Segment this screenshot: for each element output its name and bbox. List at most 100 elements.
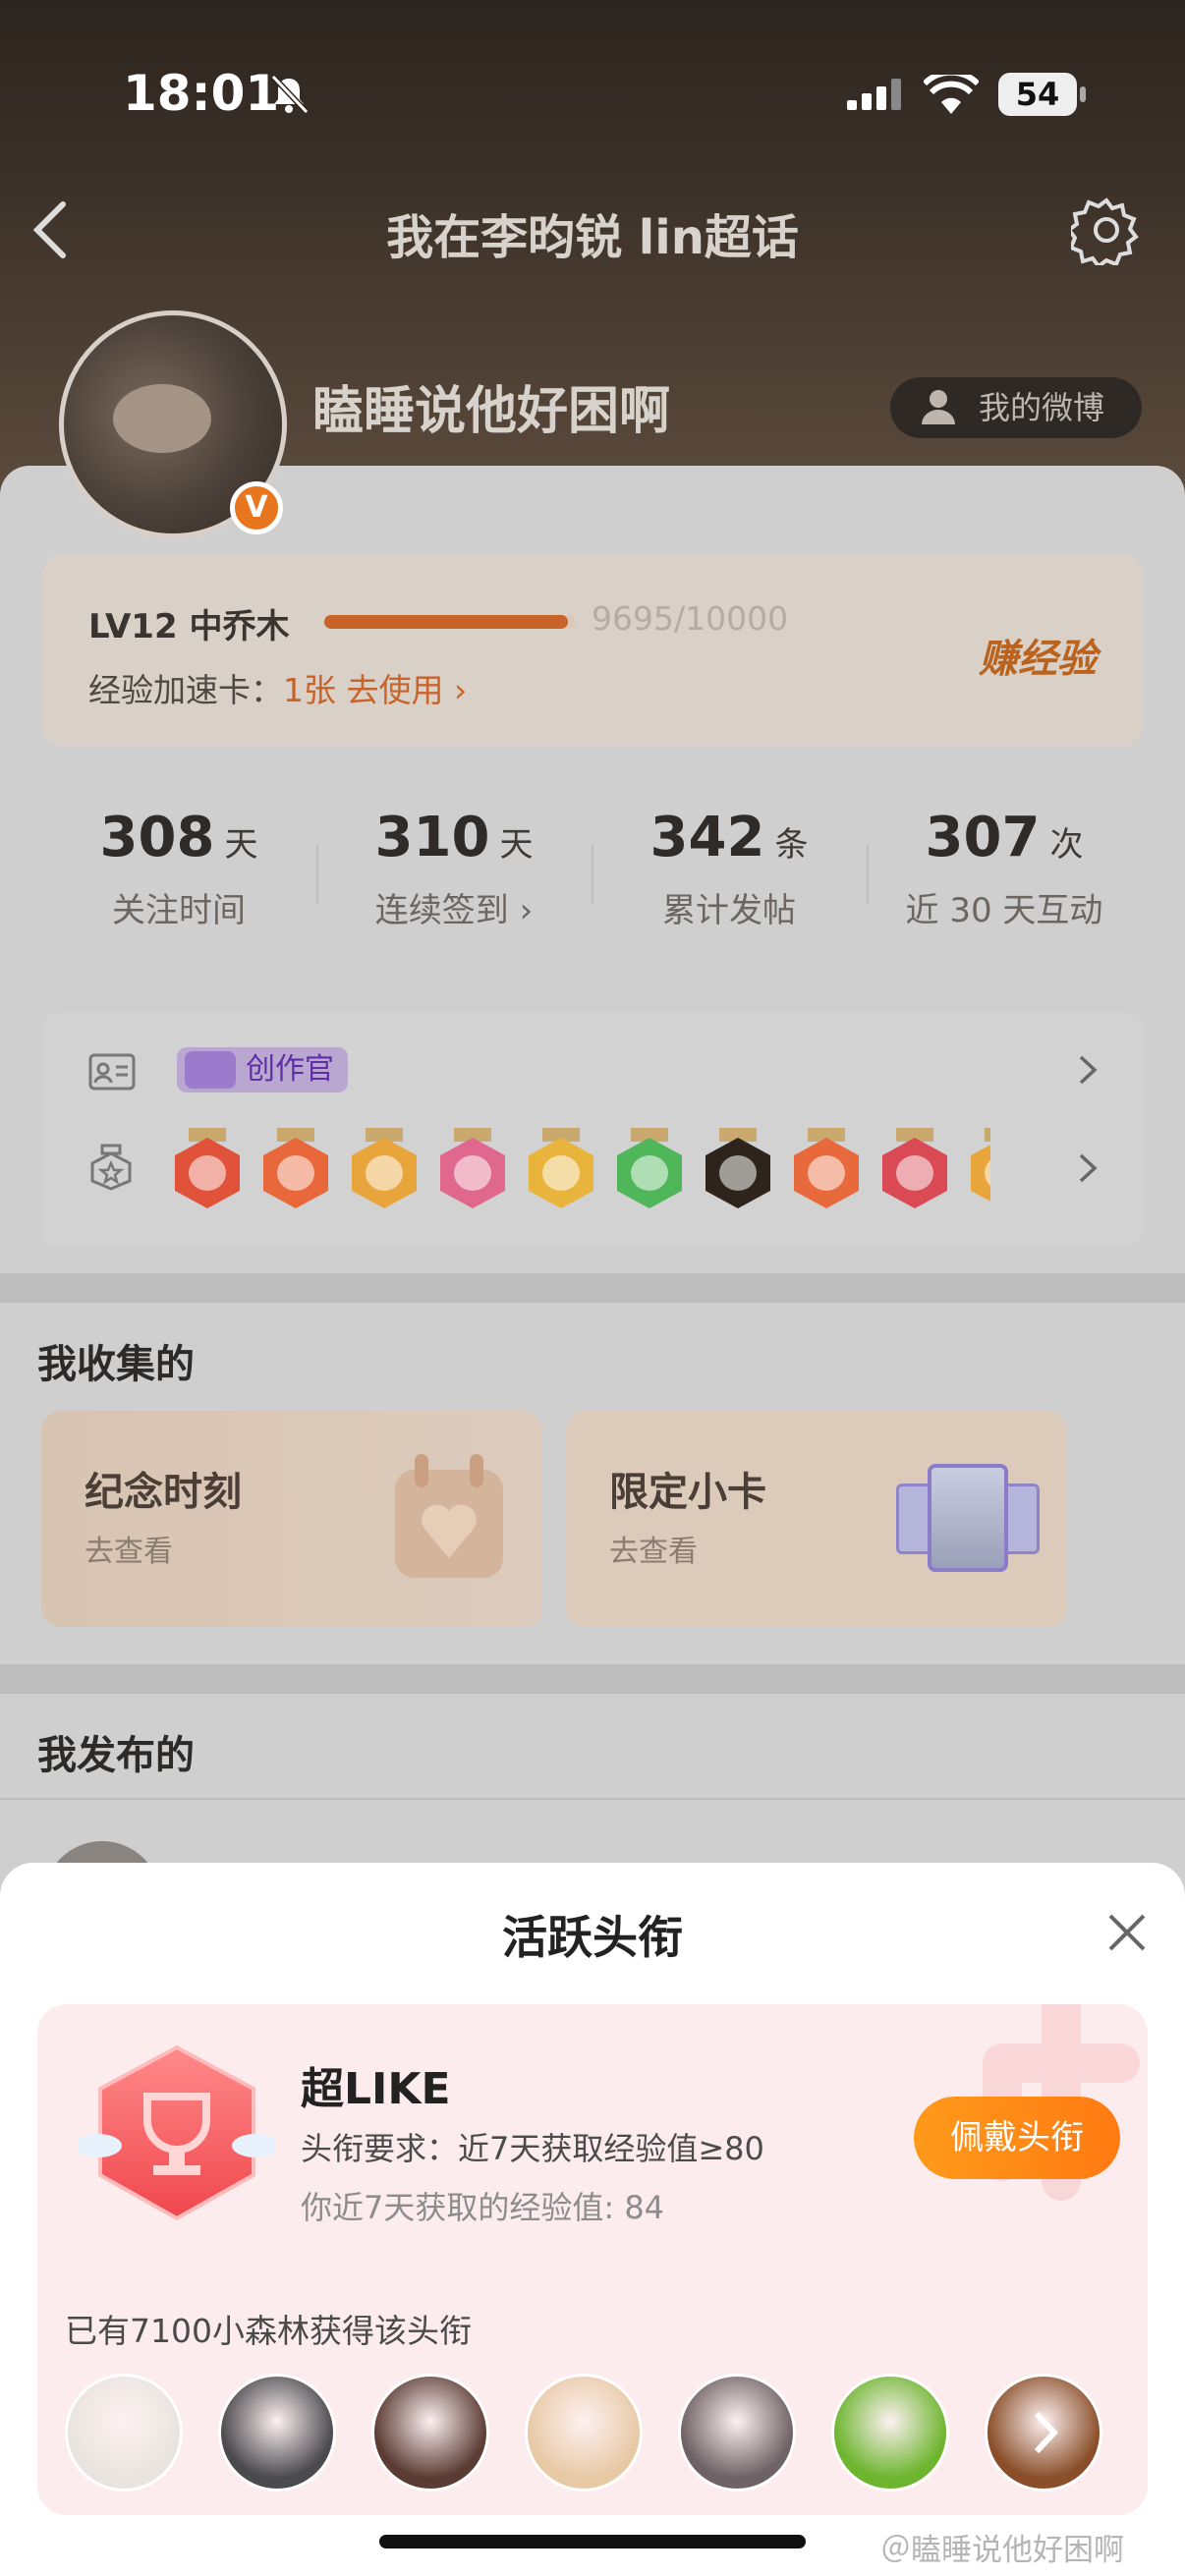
holder-avatar[interactable] (65, 2374, 183, 2492)
medal-emblem (719, 1155, 757, 1191)
silent-bell-icon (270, 74, 310, 115)
top-nav-bar: 我在李昀锐 lin超话 (0, 187, 1185, 275)
medal-emblem (454, 1155, 491, 1191)
accel-card-row[interactable]: 经验加速卡：1张 去使用 › (88, 664, 467, 711)
stat-unit: 天 (224, 825, 258, 865)
stat-value: 307 (925, 806, 1041, 869)
chevron-right-icon[interactable] (1077, 1053, 1099, 1087)
avatar-face (113, 384, 211, 453)
collection-title: 限定小卡 (609, 1470, 766, 1515)
post-row-peek (0, 1798, 1185, 1900)
medal-badge[interactable] (350, 1128, 419, 1210)
section-separator (0, 1273, 1185, 1303)
photo-card-center (928, 1464, 1008, 1572)
stat-value: 342 (649, 806, 765, 869)
medal-badge[interactable] (173, 1128, 242, 1210)
username: 瞌睡说他好困啊 (312, 382, 671, 441)
stat-unit: 条 (774, 825, 809, 865)
divider (0, 1798, 1185, 1800)
medal-emblem (277, 1155, 314, 1191)
collection-view-link: 去查看 (85, 1535, 173, 1569)
more-holders-avatar[interactable] (985, 2374, 1102, 2492)
collection-cards-card[interactable]: 限定小卡 去查看 (566, 1411, 1067, 1627)
stat-checkin-days[interactable]: 310 天 连续签到 › (316, 806, 592, 931)
person-icon (922, 390, 955, 424)
wear-title-button[interactable]: 佩戴头衔 (914, 2097, 1120, 2179)
medal-badge[interactable] (615, 1128, 684, 1210)
stat-label: 近 30 天互动 (905, 891, 1103, 930)
medal-emblem (366, 1155, 403, 1191)
collection-moments-card[interactable]: 纪念时刻 去查看 (41, 1411, 542, 1627)
my-weibo-button[interactable]: 我的微博 (890, 377, 1142, 438)
level-progress-text: 9695/10000 (592, 599, 789, 638)
stat-label: 连续签到 › (374, 891, 534, 930)
title-requirement: 头衔要求：近7天获取经验值≥80 (301, 2130, 764, 2167)
creator-badge[interactable]: 创作官 (177, 1047, 348, 1092)
holder-avatar[interactable] (218, 2374, 336, 2492)
creator-logo-icon (185, 1051, 236, 1089)
medal-badge[interactable] (969, 1128, 990, 1210)
wifi-icon (924, 75, 979, 114)
holder-avatar[interactable] (831, 2374, 949, 2492)
level-progress-bar (324, 615, 576, 629)
level-label: LV12 中乔木 (88, 607, 290, 646)
medal-emblem (542, 1155, 580, 1191)
my-weibo-label: 我的微博 (979, 389, 1105, 426)
holder-avatar[interactable] (525, 2374, 643, 2492)
verified-badge: V (230, 481, 283, 534)
stat-label: 累计发帖 (662, 891, 796, 930)
holder-avatar[interactable] (371, 2374, 489, 2492)
holders-count-text: 已有7100小森林获得该头衔 (65, 2312, 472, 2350)
medal-badge[interactable] (438, 1128, 507, 1210)
stat-value: 310 (374, 806, 490, 869)
stat-interactions: 307 次 近 30 天互动 (867, 806, 1142, 931)
medal-emblem (896, 1155, 933, 1191)
stats-row: 308 天 关注时间 310 天 连续签到 › 342 条 累计发帖 307 次 近 3… (41, 806, 1144, 953)
medal-emblem (631, 1155, 668, 1191)
stat-label: 关注时间 (112, 891, 246, 930)
status-time: 18:01 (123, 65, 280, 122)
title-name: 超LIKE (301, 2064, 451, 2114)
chevron-right-icon[interactable] (1077, 1151, 1099, 1185)
status-bar: 18:01 54 (0, 59, 1185, 138)
medal-icon (90, 1144, 132, 1191)
stat-unit: 天 (499, 825, 534, 865)
watermark: ＠瞌睡说他好困啊 (880, 2533, 1124, 2568)
holder-avatar[interactable] (678, 2374, 796, 2492)
stat-unit: 次 (1049, 825, 1084, 865)
creator-label: 创作官 (246, 1052, 334, 1087)
stat-value: 308 (99, 806, 215, 869)
medal-badge[interactable] (880, 1128, 949, 1210)
chevron-right-icon (1034, 2411, 1059, 2454)
accel-card-label: 经验加速卡： (88, 671, 283, 709)
page-title: 我在李昀锐 lin超话 (386, 210, 799, 265)
stat-follow-days: 308 天 关注时间 (41, 806, 316, 931)
section-separator (0, 1664, 1185, 1694)
level-progress-fill (324, 615, 569, 629)
medal-badge[interactable] (704, 1128, 772, 1210)
holders-avatar-row[interactable] (65, 2374, 1106, 2492)
medal-emblem (189, 1155, 226, 1191)
medal-badge[interactable] (261, 1128, 330, 1210)
gear-icon[interactable] (1071, 195, 1142, 265)
collections-title: 我收集的 (37, 1342, 195, 1387)
medal-ribbon (985, 1128, 990, 1142)
battery-indicator: 54 (998, 73, 1086, 116)
medal-badge[interactable] (792, 1128, 861, 1210)
accel-card-use-link[interactable]: 1张 去使用 › (283, 671, 467, 709)
medal-emblem (808, 1155, 845, 1191)
published-title: 我发布的 (37, 1733, 195, 1778)
cellular-signal-icon (847, 79, 901, 110)
close-icon[interactable] (1100, 1906, 1154, 1959)
collection-view-link: 去查看 (609, 1535, 698, 1569)
trophy-badge-icon (79, 2044, 275, 2221)
my-exp-value: 你近7天获取的经验值: 84 (301, 2189, 665, 2226)
home-indicator[interactable] (379, 2535, 806, 2548)
calendar-heart-icon (395, 1454, 503, 1578)
stat-posts: 342 条 累计发帖 (592, 806, 867, 931)
medal-list[interactable] (173, 1128, 990, 1216)
id-card-icon (88, 1053, 136, 1091)
sheet-title: 活跃头衔 (502, 1911, 683, 1964)
earn-exp-button[interactable]: 赚经验 (979, 627, 1097, 684)
medal-badge[interactable] (527, 1128, 595, 1210)
